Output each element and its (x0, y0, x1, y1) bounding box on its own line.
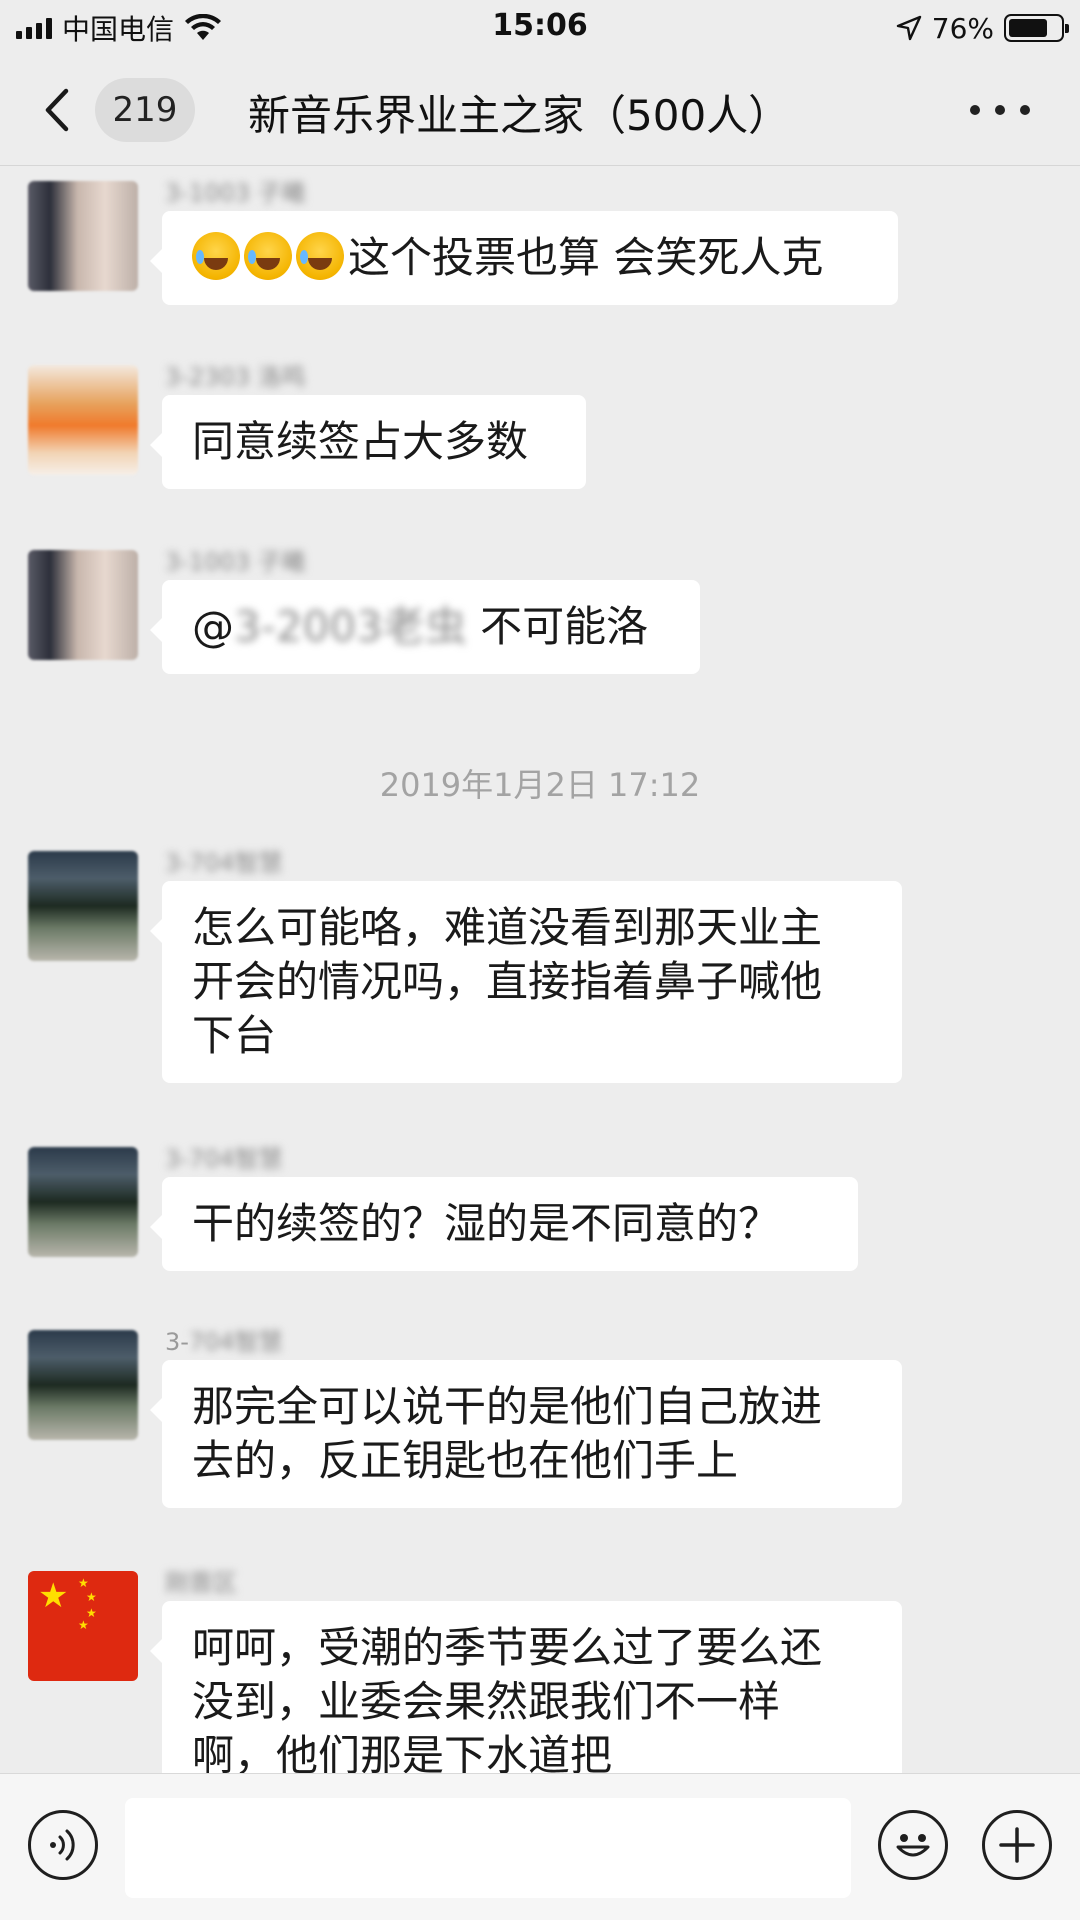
message-bubble[interactable]: 同意续签占大多数 (150, 395, 586, 489)
message-bubble[interactable]: 那完全可以说干的是他们自己放进 去的，反正钥匙也在他们手上 (150, 1360, 902, 1508)
message-line: 那完全可以说干的是他们自己放进 (192, 1382, 823, 1431)
avatar[interactable] (28, 181, 138, 291)
flag-star-icon: ★ (38, 1576, 69, 1616)
sender-prefix: 3- (165, 1328, 189, 1356)
avatar[interactable] (28, 365, 138, 475)
sender-name: 3-2303 洛鸣 (165, 363, 306, 391)
avatar[interactable] (28, 1147, 138, 1257)
unread-count-badge[interactable]: 219 (95, 78, 195, 142)
sender-name: 刚晋区 (165, 1569, 237, 1597)
battery-fill (1009, 19, 1047, 37)
timestamp-divider: 2019年1月2日 17:12 (379, 766, 701, 804)
message-bubble[interactable]: 呵呵，受潮的季节要么过了要么还 没到，业委会果然跟我们不一样 啊，他们那是下水道… (150, 1601, 902, 1773)
avatar[interactable] (28, 1330, 138, 1440)
mention-prefix: @ (192, 602, 234, 651)
status-right: 76% (896, 8, 1069, 48)
avatar[interactable] (28, 550, 138, 660)
input-bar (0, 1773, 1080, 1920)
back-chevron-icon (45, 88, 69, 132)
message-line: 怎么可能咯，难道没看到那天业主 (192, 903, 823, 952)
battery-icon (1004, 14, 1069, 42)
message-text: 不可能洛 (466, 602, 649, 651)
mention-name[interactable]: 3-2003老虫 (234, 602, 467, 651)
message-input[interactable] (125, 1798, 851, 1898)
plus-icon (999, 1827, 1035, 1863)
more-functions-button[interactable] (982, 1810, 1052, 1880)
sender-name: 3-704智慧 (165, 1328, 283, 1356)
crying-laughing-emoji-icon (296, 232, 344, 280)
voice-input-button[interactable] (28, 1810, 98, 1880)
sender-name: 3-704智慧 (165, 1145, 283, 1173)
chat-header: 219 新音乐界业主之家（500人） (0, 54, 1080, 166)
message-bubble[interactable]: 这个投票也算 会笑死人克 (150, 211, 898, 305)
message-bubble[interactable]: 干的续签的？湿的是不同意的？ (150, 1177, 858, 1271)
voice-icon (50, 1829, 75, 1861)
message-item: ★ ★ ★ ★ ★ 刚晋区 呵呵，受潮的季节要么过了要么还 没到，业委会果然跟我… (0, 1569, 1080, 1773)
crying-laughing-emoji-icon (192, 232, 240, 280)
message-bubble[interactable]: 怎么可能咯，难道没看到那天业主 开会的情况吗，直接指着鼻子喊他 下台 (150, 881, 902, 1083)
message-text: 这个投票也算 会笑死人克 (348, 233, 824, 282)
sender-name: 3-1003 子曦 (165, 179, 306, 207)
message-line: 呵呵，受潮的季节要么过了要么还 (192, 1623, 823, 1672)
sender-name: 3-704智慧 (165, 849, 283, 877)
emoji-face-icon (896, 1834, 930, 1857)
battery-percent: 76% (931, 11, 994, 45)
message-text: 同意续签占大多数 (192, 417, 529, 466)
crying-laughing-emoji-icon (244, 232, 292, 280)
emoji-button[interactable] (878, 1810, 948, 1880)
avatar[interactable]: ★ ★ ★ ★ ★ (28, 1571, 138, 1681)
message-text: 干的续签的？湿的是不同意的？ (192, 1199, 781, 1248)
message-line: 啊，他们那是下水道把 (192, 1731, 613, 1773)
chat-title: 新音乐界业主之家（500人） (248, 91, 791, 140)
status-bar: 中国电信 15:06 76% (0, 0, 1080, 54)
location-arrow-icon (896, 15, 921, 41)
more-dots-icon (970, 105, 980, 115)
message-list[interactable]: 3-1003 子曦 这个投票也算 会笑死人克 3-2303 洛鸣 同意续签占大多… (0, 167, 1080, 1773)
message-line: 去的，反正钥匙也在他们手上 (192, 1436, 739, 1485)
back-button[interactable] (40, 80, 80, 140)
more-button[interactable] (970, 90, 1030, 130)
message-line: 没到，业委会果然跟我们不一样 (192, 1677, 781, 1726)
message-line: 开会的情况吗，直接指着鼻子喊他 (192, 957, 823, 1006)
message-line: 下台 (192, 1011, 277, 1060)
message-bubble[interactable]: @3-2003老虫 不可能洛 (150, 580, 700, 674)
sender-name: 3-1003 子曦 (165, 548, 306, 576)
avatar[interactable] (28, 851, 138, 961)
